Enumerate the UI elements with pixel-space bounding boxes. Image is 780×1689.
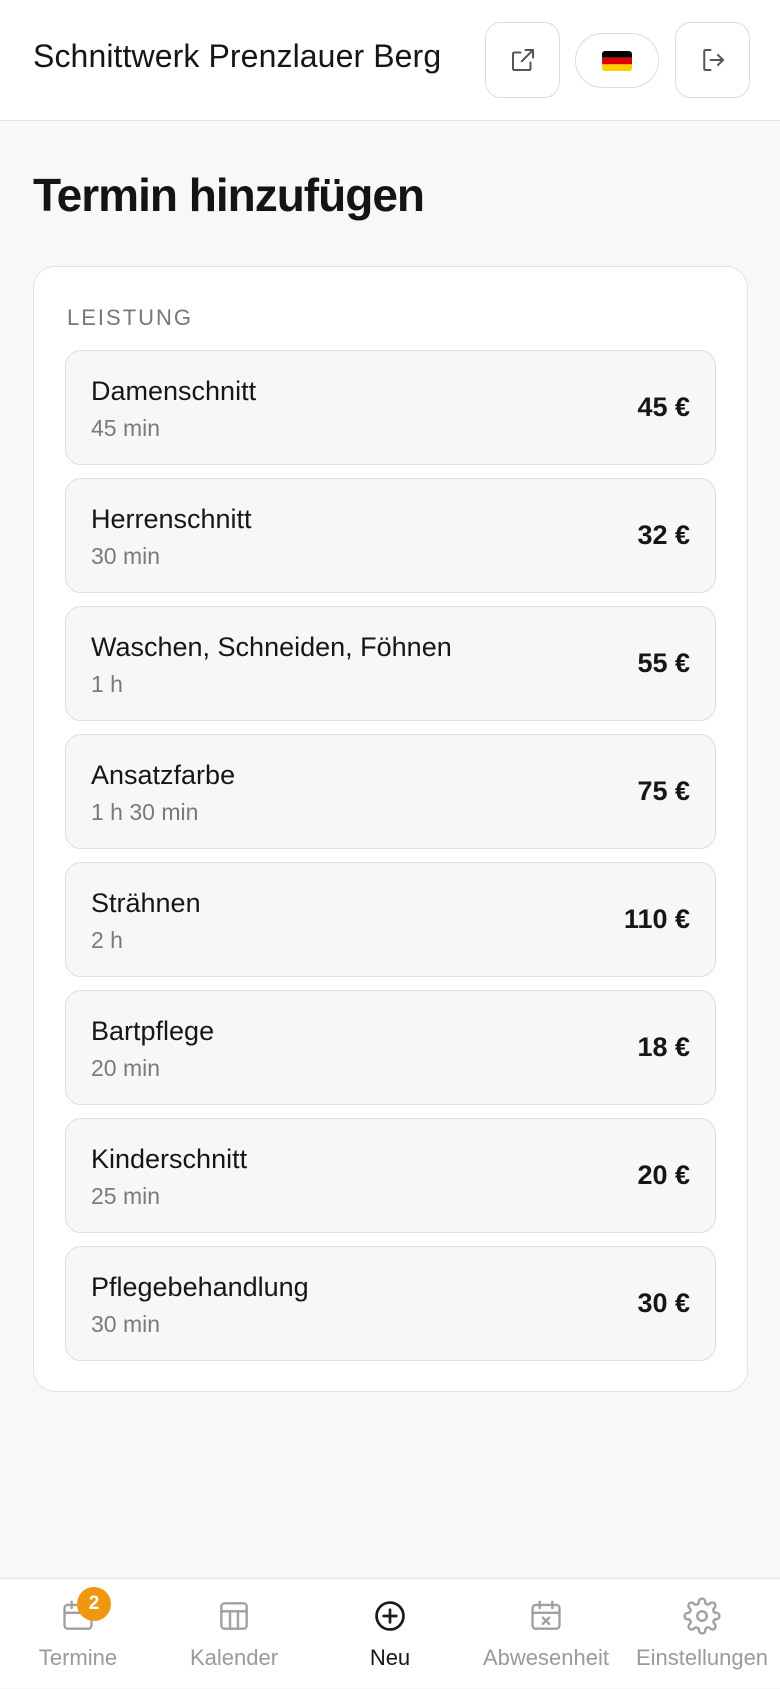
bottom-nav: 2 Termine Kalender Neu Abwesenheit Einst… xyxy=(0,1578,780,1688)
nav-label: Termine xyxy=(38,1645,118,1670)
service-list: Damenschnitt 45 min 45 € Herrenschnitt 3… xyxy=(65,350,716,1374)
nav-item-kalender[interactable]: Kalender xyxy=(156,1579,312,1689)
service-duration: 20 min xyxy=(91,1055,161,1081)
language-button[interactable] xyxy=(575,33,659,88)
calendar-grid-icon xyxy=(220,1602,248,1630)
nav-label: Neu xyxy=(369,1645,411,1670)
service-price: 55 € xyxy=(637,648,690,678)
service-item[interactable]: Damenschnitt 45 min 45 € xyxy=(65,350,716,465)
service-duration: 30 min xyxy=(91,1311,161,1337)
service-duration: 1 h xyxy=(91,671,123,697)
service-item[interactable]: Pflegebehandlung 30 min 30 € xyxy=(65,1246,716,1361)
service-item[interactable]: Ansatzfarbe 1 h 30 min 75 € xyxy=(65,734,716,849)
service-duration: 45 min xyxy=(91,415,161,441)
service-price: 30 € xyxy=(637,1288,690,1318)
logout-button[interactable] xyxy=(675,22,750,98)
service-name: Pflegebehandlung xyxy=(91,1272,309,1302)
external-link-icon xyxy=(511,49,534,71)
plus-circle-icon xyxy=(375,1601,405,1631)
service-item[interactable]: Herrenschnitt 30 min 32 € xyxy=(65,478,716,593)
nav-label: Kalender xyxy=(189,1645,279,1670)
service-name: Kinderschnitt xyxy=(91,1144,248,1174)
nav-item-neu[interactable]: Neu xyxy=(312,1579,468,1689)
service-price: 110 € xyxy=(623,904,690,934)
service-item[interactable]: Waschen, Schneiden, Föhnen 1 h 55 € xyxy=(65,606,716,721)
calendar-x-icon xyxy=(531,1600,561,1630)
service-duration: 2 h xyxy=(91,927,123,953)
open-external-button[interactable] xyxy=(485,22,560,98)
service-name: Herrenschnitt xyxy=(91,504,252,534)
service-duration: 1 h 30 min xyxy=(91,799,199,825)
gear-icon xyxy=(683,1597,721,1635)
service-duration: 30 min xyxy=(91,543,161,569)
service-price: 75 € xyxy=(637,776,690,806)
nav-item-termine[interactable]: 2 Termine xyxy=(0,1579,156,1689)
salon-name: Schnittwerk Prenzlauer Berg xyxy=(33,38,442,74)
service-name: Strähnen xyxy=(91,888,201,918)
service-price: 20 € xyxy=(637,1160,690,1190)
service-item[interactable]: Kinderschnitt 25 min 20 € xyxy=(65,1118,716,1233)
app-header: Schnittwerk Prenzlauer Berg xyxy=(0,0,780,121)
nav-item-abwesenheit[interactable]: Abwesenheit xyxy=(468,1579,624,1689)
service-price: 18 € xyxy=(637,1032,690,1062)
service-item[interactable]: Strähnen 2 h 110 € xyxy=(65,862,716,977)
service-price: 32 € xyxy=(637,520,690,550)
logout-icon xyxy=(702,49,724,71)
service-duration: 25 min xyxy=(91,1183,161,1209)
service-item[interactable]: Bartpflege 20 min 18 € xyxy=(65,990,716,1105)
section-label: LEISTUNG xyxy=(67,305,194,330)
service-name: Bartpflege xyxy=(91,1016,215,1046)
service-name: Damenschnitt xyxy=(91,376,257,406)
nav-item-einstellungen[interactable]: Einstellungen xyxy=(624,1579,780,1689)
service-name: Waschen, Schneiden, Föhnen xyxy=(91,632,452,662)
de-flag-icon xyxy=(602,50,632,71)
service-card: LEISTUNG Damenschnitt 45 min 45 € Herren… xyxy=(33,266,748,1392)
service-price: 45 € xyxy=(637,392,690,422)
nav-label: Abwesenheit xyxy=(483,1645,609,1670)
notification-badge: 2 xyxy=(77,1587,111,1621)
service-name: Ansatzfarbe xyxy=(91,760,236,790)
page-title: Termin hinzufügen xyxy=(33,169,425,221)
nav-label: Einstellungen xyxy=(635,1645,769,1670)
